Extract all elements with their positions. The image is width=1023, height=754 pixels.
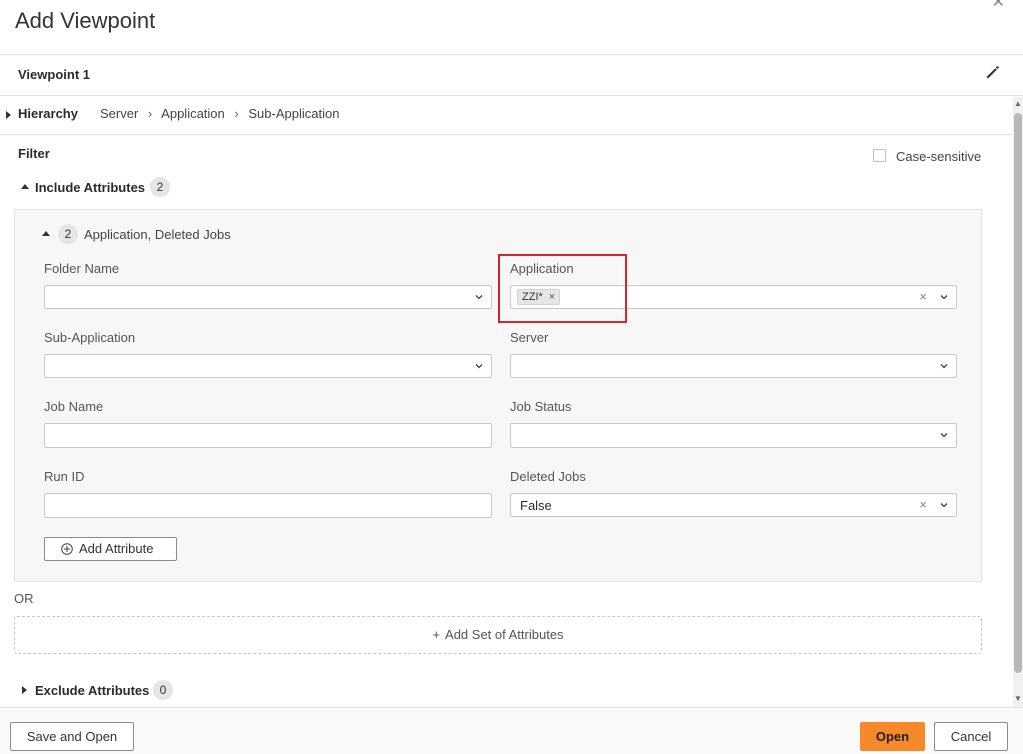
include-count-badge: 2	[150, 177, 170, 197]
sub-application-select[interactable]	[44, 354, 492, 378]
deleted-jobs-value: False	[520, 498, 552, 513]
clear-icon[interactable]: ×	[919, 289, 927, 304]
case-sensitive-checkbox[interactable]	[873, 149, 886, 162]
expand-arrow-icon[interactable]	[6, 111, 11, 119]
dialog-footer: Save and Open Open Cancel	[0, 707, 1023, 754]
scrollbar-thumb[interactable]	[1014, 113, 1022, 673]
viewpoint-form: Hierarchy Server › Application › Sub-App…	[0, 97, 1013, 707]
chevron-down-icon	[940, 364, 948, 369]
hierarchy-level: Server	[100, 106, 139, 121]
viewpoint-name: Viewpoint 1	[18, 67, 90, 82]
hierarchy-breadcrumb: Server › Application › Sub-Application	[100, 106, 339, 121]
job-name-label: Job Name	[44, 399, 104, 414]
chevron-down-icon	[940, 295, 948, 300]
server-label: Server	[510, 330, 549, 345]
hierarchy-level: Sub-Application	[248, 106, 340, 121]
save-and-open-button[interactable]: Save and Open	[10, 722, 134, 751]
or-separator: OR	[14, 591, 34, 606]
run-id-input[interactable]	[44, 493, 492, 518]
hierarchy-section[interactable]: Hierarchy Server › Application › Sub-App…	[0, 97, 1013, 135]
hierarchy-label: Hierarchy	[18, 106, 78, 121]
chevron-right-icon: ›	[147, 106, 153, 121]
chevron-down-icon	[940, 433, 948, 438]
divider	[0, 95, 1023, 96]
set-count-badge: 2	[58, 224, 78, 244]
highlight-box	[498, 254, 627, 323]
sub-application-label: Sub-Application	[44, 330, 136, 345]
exclude-count-badge: 0	[153, 680, 173, 700]
cancel-button[interactable]: Cancel	[934, 722, 1008, 751]
add-attribute-button[interactable]: Add Attribute	[44, 537, 177, 561]
divider	[0, 54, 1023, 55]
close-icon[interactable]: ✕	[992, 0, 1005, 12]
job-status-label: Job Status	[510, 399, 572, 414]
deleted-jobs-select[interactable]: False ×	[510, 493, 957, 517]
chevron-down-icon	[940, 503, 948, 508]
add-set-of-attributes-button[interactable]: + Add Set of Attributes	[14, 616, 982, 654]
plus-icon: +	[432, 627, 441, 642]
run-id-label: Run ID	[44, 469, 85, 484]
filter-heading: Filter	[18, 146, 50, 161]
expand-arrow-icon[interactable]	[22, 686, 27, 694]
chevron-down-icon	[475, 364, 483, 369]
job-status-select[interactable]	[510, 423, 957, 448]
scroll-up-icon[interactable]: ▲	[1014, 100, 1022, 108]
dialog-title: Add Viewpoint	[15, 8, 156, 33]
hierarchy-level: Application	[161, 106, 225, 121]
plus-circle-icon	[61, 543, 73, 555]
add-attribute-label: Add Attribute	[79, 541, 154, 556]
chevron-down-icon	[475, 295, 483, 300]
folder-name-select[interactable]	[44, 285, 492, 309]
collapse-arrow-icon[interactable]	[21, 184, 29, 189]
folder-name-label: Folder Name	[44, 261, 120, 276]
chevron-right-icon: ›	[234, 106, 239, 121]
collapse-arrow-icon[interactable]	[42, 231, 50, 236]
scroll-down-icon[interactable]: ▼	[1014, 695, 1022, 703]
edit-pencil-icon[interactable]	[985, 64, 1001, 80]
server-select[interactable]	[510, 354, 957, 378]
set-summary: Application, Deleted Jobs	[84, 227, 231, 242]
exclude-attributes-label[interactable]: Exclude Attributes	[35, 683, 149, 698]
include-attributes-label[interactable]: Include Attributes	[35, 180, 145, 195]
open-button[interactable]: Open	[860, 722, 925, 751]
deleted-jobs-label: Deleted Jobs	[510, 469, 586, 484]
case-sensitive-label: Case-sensitive	[896, 149, 982, 164]
job-name-input[interactable]	[44, 423, 492, 448]
add-set-label: Add Set of Attributes	[445, 627, 564, 642]
clear-icon[interactable]: ×	[919, 497, 927, 512]
